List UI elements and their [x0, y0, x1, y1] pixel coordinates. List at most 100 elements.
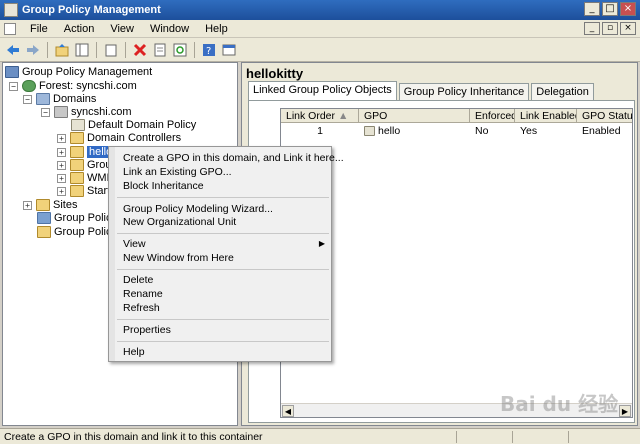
tab-inheritance[interactable]: Group Policy Inheritance: [398, 83, 530, 100]
menu-properties[interactable]: Properties: [123, 324, 171, 336]
collapse-icon[interactable]: −: [9, 81, 18, 91]
tree-item-domain-controllers[interactable]: + Domain Controllers: [57, 131, 181, 145]
copy-icon[interactable]: [102, 41, 120, 59]
menu-action[interactable]: Action: [56, 23, 103, 35]
close-button[interactable]: ×: [620, 2, 636, 16]
table-header: Link Order ▲ GPO Enforced Link Enabled G…: [281, 109, 632, 123]
up-icon[interactable]: [53, 41, 71, 59]
tree-icon[interactable]: [73, 41, 91, 59]
toolbar: ?: [0, 38, 640, 62]
tree-label: Group Policy Management: [22, 66, 153, 78]
expand-icon[interactable]: +: [23, 200, 32, 210]
refresh-icon[interactable]: [171, 41, 189, 59]
collapse-icon[interactable]: −: [23, 94, 32, 104]
expand-icon[interactable]: +: [57, 133, 66, 143]
back-icon[interactable]: [4, 41, 22, 59]
toolbar-separator: [125, 41, 126, 58]
table-row[interactable]: 1 hello No Yes Enabled: [281, 124, 632, 138]
expand-icon[interactable]: +: [57, 160, 66, 170]
expand-icon[interactable]: +: [57, 173, 66, 183]
app-icon: [4, 3, 18, 17]
menu-separator: [117, 233, 329, 234]
menu-help[interactable]: Help: [123, 346, 145, 358]
tree-item-sites[interactable]: + Sites: [23, 198, 77, 212]
forward-icon[interactable]: [24, 41, 42, 59]
tree-item-default-policy[interactable]: Default Domain Policy: [71, 118, 196, 132]
mdi-restore-button[interactable]: ▫: [602, 22, 618, 35]
tab-linked-gpos[interactable]: Linked Group Policy Objects: [248, 81, 397, 100]
sites-icon: [36, 199, 50, 211]
column-gpo-status[interactable]: GPO Status: [577, 109, 632, 123]
column-link-order[interactable]: Link Order ▲: [281, 109, 359, 123]
console-icon[interactable]: [220, 41, 238, 59]
tab-delegation[interactable]: Delegation: [531, 83, 594, 100]
collapse-icon[interactable]: −: [41, 107, 50, 117]
tree-item-modeling[interactable]: Group Policy: [37, 211, 117, 225]
document-icon[interactable]: [4, 22, 16, 35]
column-link-enabled[interactable]: Link Enabled: [515, 109, 577, 123]
column-gpo[interactable]: GPO: [359, 109, 470, 123]
tree-label: Default Domain Policy: [88, 119, 197, 131]
menu-refresh[interactable]: Refresh: [123, 302, 160, 314]
cell-gpo: hello: [359, 124, 470, 138]
forest-icon: [22, 80, 36, 92]
tree-label: syncshi.com: [71, 106, 132, 118]
ou-icon: [70, 146, 84, 158]
menu-bar: File Action View Window Help _ ▫ ×: [0, 20, 640, 38]
tree-label: Start: [87, 185, 111, 197]
tree-label: Domain Controllers: [87, 132, 182, 144]
svg-text:?: ?: [206, 46, 211, 57]
tree-item-group-policy-objects[interactable]: + Grou: [57, 158, 111, 172]
tree-item-root[interactable]: Group Policy Management: [5, 65, 152, 79]
mdi-minimize-button[interactable]: _: [584, 22, 600, 35]
menu-delete[interactable]: Delete: [123, 274, 153, 286]
cell-link-enabled: Yes: [520, 125, 538, 137]
tree-item-domains[interactable]: − Domains: [23, 92, 96, 106]
properties-icon[interactable]: [151, 41, 169, 59]
menu-link-existing-gpo[interactable]: Link an Existing GPO...: [123, 166, 232, 178]
scroll-right-icon[interactable]: ▶: [619, 405, 631, 417]
tree-label: WMI: [87, 172, 110, 184]
menu-block-inheritance[interactable]: Block Inheritance: [123, 180, 204, 192]
expand-icon[interactable]: +: [57, 186, 66, 196]
tree-item-domain[interactable]: − syncshi.com: [41, 105, 132, 119]
folder-icon: [70, 159, 84, 171]
menu-window[interactable]: Window: [142, 23, 197, 35]
menu-view[interactable]: View: [102, 23, 142, 35]
tree-item-wmi-filters[interactable]: + WMI: [57, 171, 110, 185]
menu-new-window[interactable]: New Window from Here: [123, 252, 234, 264]
menu-rename[interactable]: Rename: [123, 288, 163, 300]
gpo-icon: [364, 126, 375, 136]
column-enforced[interactable]: Enforced: [470, 109, 515, 123]
cell-link-order: 1: [317, 125, 323, 137]
menu-modeling-wizard[interactable]: Group Policy Modeling Wizard...: [123, 203, 273, 215]
toolbar-separator: [194, 41, 195, 58]
modeling-icon: [37, 212, 51, 224]
menu-create-link-gpo[interactable]: Create a GPO in this domain, and Link it…: [123, 152, 344, 164]
tree-item-starter-gpos[interactable]: + Start: [57, 184, 110, 198]
gpm-icon: [5, 66, 19, 78]
delete-icon[interactable]: [131, 41, 149, 59]
menu-help[interactable]: Help: [197, 23, 236, 35]
tree-item-results[interactable]: Group Policy: [37, 225, 117, 239]
status-separator: [568, 431, 569, 443]
scroll-left-icon[interactable]: ◀: [282, 405, 294, 417]
minimize-button[interactable]: _: [584, 2, 600, 16]
tree-item-forest[interactable]: − Forest: syncshi.com: [9, 79, 137, 93]
context-menu: Create a GPO in this domain, and Link it…: [108, 146, 344, 362]
menu-separator: [117, 269, 329, 270]
maximize-button[interactable]: □: [602, 2, 618, 16]
menu-file[interactable]: File: [22, 23, 56, 35]
results-icon: [37, 226, 51, 238]
help-icon[interactable]: ?: [200, 41, 218, 59]
menu-view[interactable]: View: [123, 238, 146, 250]
menu-new-ou[interactable]: New Organizational Unit: [123, 216, 236, 228]
toolbar-separator: [47, 41, 48, 58]
expand-icon[interactable]: +: [57, 147, 66, 157]
status-text: Create a GPO in this domain and link it …: [4, 431, 263, 443]
watermark-logo: Bai du 经验: [500, 392, 619, 416]
mdi-close-button[interactable]: ×: [620, 22, 636, 35]
container-title: hellokitty: [246, 66, 304, 81]
gpo-name: hello: [378, 125, 401, 137]
status-bar: Create a GPO in this domain and link it …: [0, 428, 640, 444]
